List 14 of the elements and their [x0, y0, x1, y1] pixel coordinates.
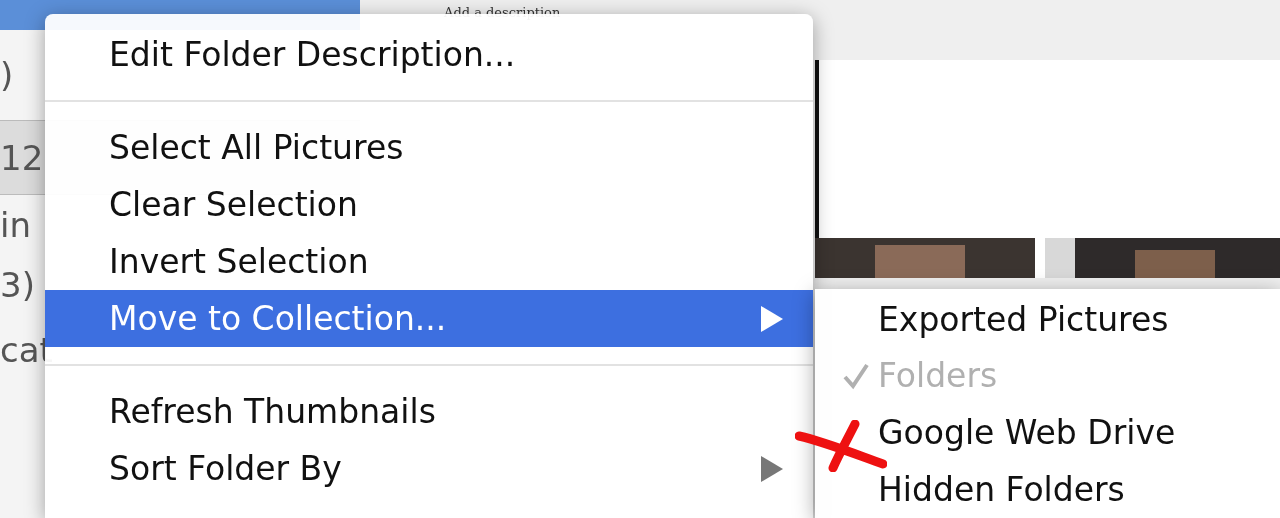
sidebar-text: 12	[0, 137, 44, 178]
submenu-item[interactable]: Exported Pictures	[815, 291, 1280, 348]
submenu-item[interactable]: Hidden Folders	[815, 461, 1280, 518]
sidebar-text: 3)	[0, 265, 35, 305]
menu-item[interactable]: Invert Selection	[45, 233, 813, 290]
menu-item[interactable]: Refresh Thumbnails	[45, 383, 813, 440]
submenu-item[interactable]: Google Web Drive	[815, 404, 1280, 462]
menu-item[interactable]: Move to Collection...	[45, 290, 813, 347]
sidebar-text: )	[0, 55, 14, 95]
menu-item[interactable]: Edit Folder Description...	[45, 26, 813, 83]
menu-item[interactable]: Clear Selection	[45, 176, 813, 233]
menu-item[interactable]: Sort Folder By	[45, 440, 813, 497]
sidebar-text: in	[0, 205, 31, 245]
menu-item[interactable]: Select All Pictures	[45, 119, 813, 176]
